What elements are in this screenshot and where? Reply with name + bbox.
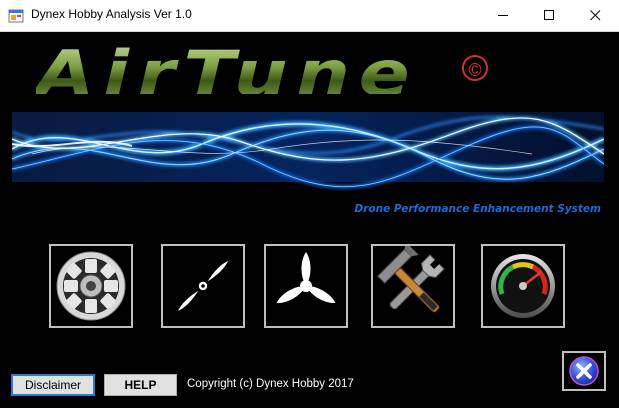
minimize-button[interactable] xyxy=(481,0,527,31)
copyright-text: Copyright (c) Dynex Hobby 2017 xyxy=(187,378,354,390)
minimize-icon xyxy=(498,15,508,16)
exit-x-icon xyxy=(569,356,599,386)
disclaimer-button[interactable]: Disclaimer xyxy=(11,374,95,396)
three-blade-propeller-icon xyxy=(276,252,336,304)
maximize-icon xyxy=(544,10,554,20)
maximize-button[interactable] xyxy=(527,0,573,31)
light-wave-banner xyxy=(12,94,604,201)
speedometer-gauge-icon xyxy=(491,254,555,318)
copyright-logo-mark: © xyxy=(462,55,488,81)
close-button[interactable] xyxy=(573,0,619,31)
three-blade-propeller-button[interactable] xyxy=(264,244,348,328)
motor-tool-button[interactable] xyxy=(49,244,133,328)
window-title: Dynex Hobby Analysis Ver 1.0 xyxy=(31,7,192,21)
two-blade-propeller-icon xyxy=(175,258,231,314)
app-window-icon xyxy=(8,9,24,23)
help-button[interactable]: HELP xyxy=(104,374,177,396)
tagline: Drone Performance Enhancement System xyxy=(354,203,601,215)
title-bar: Dynex Hobby Analysis Ver 1.0 xyxy=(0,0,619,32)
wrench-hammer-tools-icon xyxy=(376,246,445,313)
tools-button[interactable] xyxy=(371,244,455,328)
two-blade-propeller-button[interactable] xyxy=(161,244,245,328)
exit-button[interactable] xyxy=(562,351,606,391)
performance-gauge-button[interactable] xyxy=(481,244,565,328)
close-icon xyxy=(590,10,601,21)
app-window: Dynex Hobby Analysis Ver 1.0 AirTune © D… xyxy=(0,0,619,408)
motor-icon xyxy=(56,251,126,321)
